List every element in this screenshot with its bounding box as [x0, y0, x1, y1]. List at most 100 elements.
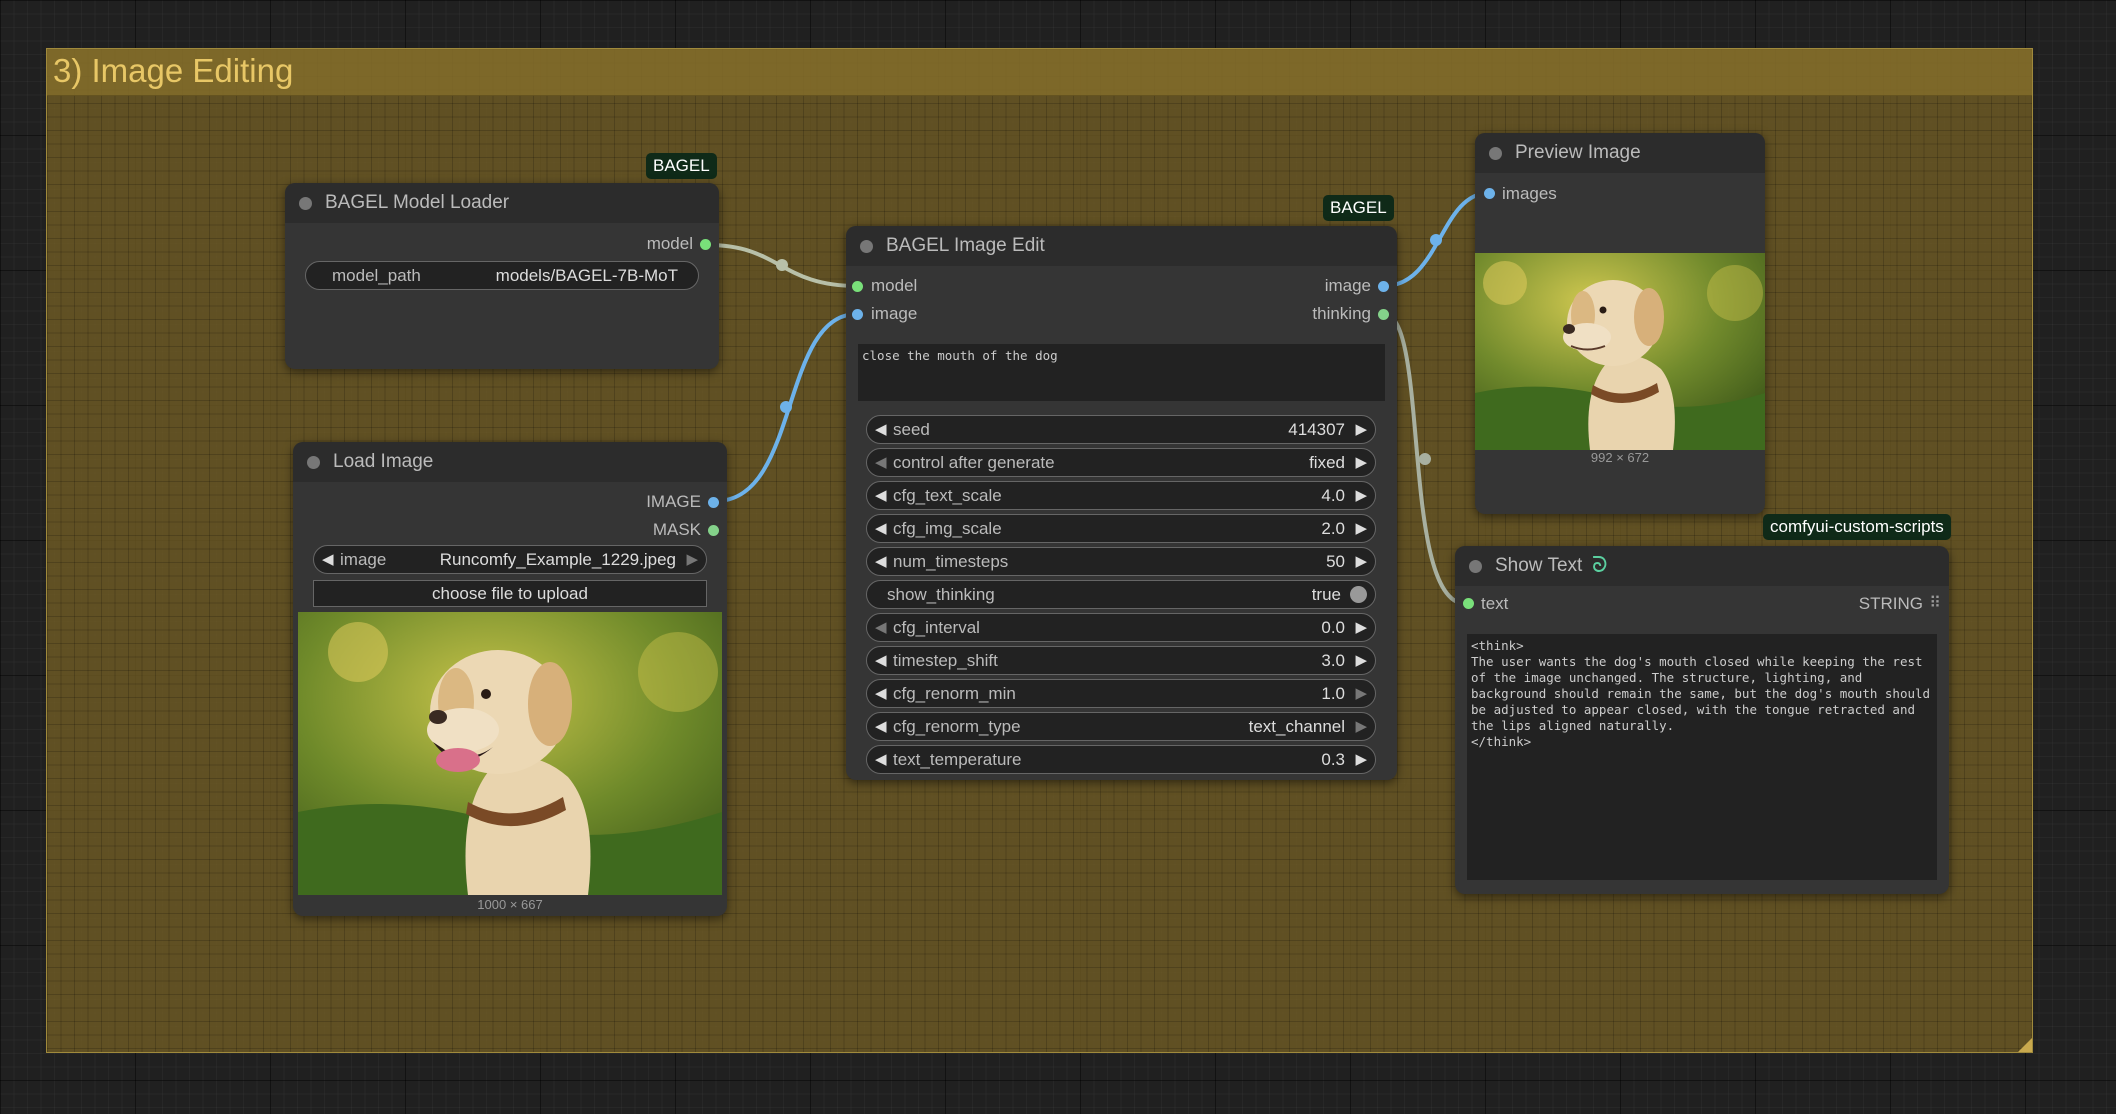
upload-button[interactable]: choose file to upload	[313, 580, 707, 607]
arrow-right-icon[interactable]: ▶	[1355, 552, 1367, 570]
collapse-dot-icon[interactable]	[1489, 147, 1502, 160]
widget-cfg-renorm-type[interactable]: ◀ cfg_renorm_type text_channel ▶	[866, 712, 1376, 741]
widget-cfg-interval[interactable]: ◀ cfg_interval 0.0 ▶	[866, 613, 1376, 642]
arrow-right-icon[interactable]: ▶	[686, 550, 698, 568]
widget-model-path[interactable]: model_path models/BAGEL-7B-MoT	[305, 261, 699, 290]
arrow-right-icon[interactable]: ▶	[1355, 717, 1367, 735]
node-show-text[interactable]: Show Text ᘐ text STRING ⠿ <think> The us…	[1455, 546, 1949, 894]
widget-text-temperature[interactable]: ◀ text_temperature 0.3 ▶	[866, 745, 1376, 774]
output-image-label: image	[1324, 276, 1371, 295]
widget-value: 4.0	[1321, 486, 1345, 505]
node-header[interactable]: BAGEL Image Edit	[846, 226, 1397, 266]
arrow-left-icon[interactable]: ◀	[875, 618, 887, 636]
arrow-left-icon[interactable]: ◀	[875, 552, 887, 570]
output-mask-dot[interactable]	[708, 525, 719, 536]
node-header[interactable]: Preview Image	[1475, 133, 1765, 173]
output-string-label: STRING	[1858, 594, 1923, 613]
prompt-textarea[interactable]: close the mouth of the dog	[858, 344, 1385, 401]
widget-label: control after generate	[893, 453, 1055, 472]
input-image-label: image	[871, 304, 918, 323]
widget-timestep-shift[interactable]: ◀ timestep_shift 3.0 ▶	[866, 646, 1376, 675]
node-load-image[interactable]: Load Image IMAGE MASK ◀ image Runcomfy_E…	[293, 442, 727, 916]
arrow-left-icon[interactable]: ◀	[875, 651, 887, 669]
arrow-left-icon[interactable]: ◀	[875, 519, 887, 537]
arrow-right-icon[interactable]: ▶	[1355, 453, 1367, 471]
arrow-right-icon[interactable]: ▶	[1355, 684, 1367, 702]
group-header[interactable]: 3) Image Editing	[47, 49, 2032, 96]
widget-value: 3.0	[1321, 651, 1345, 670]
arrow-right-icon[interactable]: ▶	[1355, 420, 1367, 438]
input-text-dot[interactable]	[1463, 598, 1474, 609]
output-thinking-label: thinking	[1312, 304, 1371, 323]
widget-value: Runcomfy_Example_1229.jpeg	[439, 550, 676, 569]
node-bagel-model-loader[interactable]: BAGEL Model Loader model model_path mode…	[285, 183, 719, 369]
collapse-dot-icon[interactable]	[299, 197, 312, 210]
output-model-label: model	[646, 234, 693, 253]
output-image-label: IMAGE	[646, 492, 701, 511]
widget-seed[interactable]: ◀ seed 414307 ▶	[866, 415, 1376, 444]
output-model-dot[interactable]	[700, 239, 711, 250]
thinking-textarea[interactable]: <think> The user wants the dog's mouth c…	[1467, 634, 1937, 880]
widget-label: seed	[893, 420, 930, 439]
input-images-label: images	[1502, 184, 1557, 203]
badge-custom-scripts: comfyui-custom-scripts	[1763, 514, 1951, 540]
toggle-knob-icon[interactable]	[1350, 586, 1367, 603]
node-title: BAGEL Image Edit	[886, 235, 1045, 256]
node-header[interactable]: Show Text ᘐ	[1455, 546, 1949, 586]
widget-cfg-text-scale[interactable]: ◀ cfg_text_scale 4.0 ▶	[866, 481, 1376, 510]
widget-label: cfg_img_scale	[893, 519, 1002, 538]
input-model-dot[interactable]	[852, 281, 863, 292]
widget-label: text_temperature	[893, 750, 1022, 769]
output-image-dot[interactable]	[1378, 281, 1389, 292]
input-image-dot[interactable]	[852, 309, 863, 320]
output-image-size: 992 × 672	[1590, 450, 1650, 465]
node-header[interactable]: BAGEL Model Loader	[285, 183, 719, 223]
input-image-preview	[298, 612, 722, 895]
widget-cfg-img-scale[interactable]: ◀ cfg_img_scale 2.0 ▶	[866, 514, 1376, 543]
arrow-left-icon[interactable]: ◀	[875, 684, 887, 702]
badge-bagel-loader: BAGEL	[646, 153, 717, 179]
output-thinking-dot[interactable]	[1378, 309, 1389, 320]
group-title: 3) Image Editing	[53, 52, 294, 89]
widget-value: text_channel	[1248, 717, 1345, 736]
widget-control-after-generate[interactable]: ◀ control after generate fixed ▶	[866, 448, 1376, 477]
node-header[interactable]: Load Image	[293, 442, 727, 482]
input-image-size: 1000 × 667	[477, 897, 543, 912]
node-title: Show Text	[1495, 555, 1583, 576]
widget-value: models/BAGEL-7B-MoT	[495, 266, 678, 285]
node-preview-image[interactable]: Preview Image images 992 × 672	[1475, 133, 1765, 514]
node-title: Load Image	[333, 451, 434, 472]
arrow-left-icon[interactable]: ◀	[875, 750, 887, 768]
dog-photo-closed-mouth	[1475, 253, 1765, 450]
input-images-dot[interactable]	[1484, 188, 1495, 199]
output-image-dot[interactable]	[708, 497, 719, 508]
group-resize-handle[interactable]	[2018, 1038, 2032, 1052]
arrow-right-icon[interactable]: ▶	[1355, 618, 1367, 636]
arrow-right-icon[interactable]: ▶	[1355, 750, 1367, 768]
arrow-left-icon[interactable]: ◀	[875, 717, 887, 735]
arrow-left-icon[interactable]: ◀	[875, 453, 887, 471]
arrow-left-icon[interactable]: ◀	[875, 486, 887, 504]
collapse-dot-icon[interactable]	[1469, 560, 1482, 573]
node-bagel-image-edit[interactable]: BAGEL Image Edit model image image think…	[846, 226, 1397, 780]
widget-value: 414307	[1288, 420, 1345, 439]
arrow-left-icon[interactable]: ◀	[875, 420, 887, 438]
arrow-right-icon[interactable]: ▶	[1355, 519, 1367, 537]
output-mask-label: MASK	[652, 520, 701, 539]
grid-dots-icon[interactable]: ⠿	[1929, 593, 1941, 613]
node-title: Preview Image	[1515, 142, 1641, 163]
arrow-left-icon[interactable]: ◀	[322, 550, 334, 568]
widget-show-thinking-toggle[interactable]: show_thinking true	[866, 580, 1376, 609]
collapse-dot-icon[interactable]	[860, 240, 873, 253]
dog-photo-open-mouth	[298, 612, 722, 895]
widget-value: true	[1311, 585, 1341, 604]
badge-bagel-edit: BAGEL	[1323, 195, 1394, 221]
collapse-dot-icon[interactable]	[307, 456, 320, 469]
arrow-right-icon[interactable]: ▶	[1355, 486, 1367, 504]
widget-num-timesteps[interactable]: ◀ num_timesteps 50 ▶	[866, 547, 1376, 576]
widget-value: 0.3	[1321, 750, 1345, 769]
input-model-label: model	[871, 276, 918, 295]
widget-image-select[interactable]: ◀ image Runcomfy_Example_1229.jpeg ▶	[313, 545, 707, 574]
arrow-right-icon[interactable]: ▶	[1355, 651, 1367, 669]
widget-cfg-renorm-min[interactable]: ◀ cfg_renorm_min 1.0 ▶	[866, 679, 1376, 708]
